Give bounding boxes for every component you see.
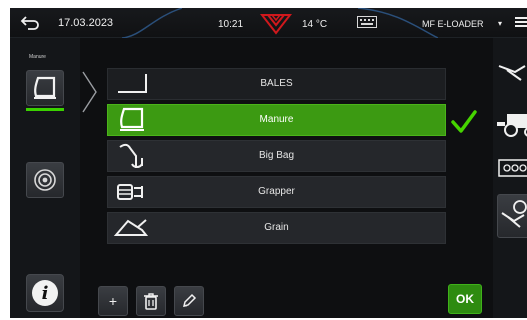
menu-icon[interactable] xyxy=(515,16,527,28)
loader-settings-button[interactable] xyxy=(497,194,527,238)
target-icon xyxy=(34,169,56,191)
info-icon: i xyxy=(32,280,58,306)
list-item[interactable]: BALES xyxy=(107,68,446,100)
loader-screen: 17.03.2023 10:21 14 °C MF E-LOADER ▾ Man… xyxy=(10,8,527,318)
mf-logo-icon xyxy=(260,14,292,35)
model-selector[interactable]: MF E-LOADER xyxy=(422,19,484,29)
trash-icon xyxy=(144,293,158,310)
list-item-label: Manure xyxy=(259,114,294,125)
status-time: 10:21 xyxy=(218,19,244,30)
chevron-right-icon xyxy=(82,71,97,113)
loader-settings-icon xyxy=(501,200,527,228)
list-item[interactable]: Grain xyxy=(107,212,446,244)
status-bar: 17.03.2023 10:21 14 °C MF E-LOADER ▾ xyxy=(10,8,527,38)
list-item[interactable]: Grapper xyxy=(107,176,446,208)
ok-button[interactable]: OK xyxy=(448,284,482,314)
list-item-label: Big Bag xyxy=(258,150,295,161)
loader-arm-icon[interactable] xyxy=(497,58,527,88)
list-item[interactable]: Big Bag xyxy=(107,140,446,172)
keypad-icon[interactable] xyxy=(497,154,527,184)
tool-select-button[interactable] xyxy=(26,70,64,106)
check-icon xyxy=(451,110,477,133)
status-date: 17.03.2023 xyxy=(58,17,114,29)
tractor-icon[interactable] xyxy=(497,108,527,138)
chevron-down-icon[interactable]: ▾ xyxy=(498,19,502,28)
back-icon[interactable] xyxy=(20,14,40,32)
status-swoosh-left xyxy=(122,8,182,38)
edit-button[interactable] xyxy=(174,286,204,316)
list-item[interactable]: Manure xyxy=(107,104,446,136)
active-tool-label: Manure xyxy=(29,54,46,60)
status-temperature: 14 °C xyxy=(302,19,328,30)
list-item-label: Grain xyxy=(264,222,289,233)
left-rail: Manure i xyxy=(10,38,80,318)
tool-list: BALES Manure Big Bag Grapper Grain xyxy=(107,68,446,248)
delete-button[interactable] xyxy=(136,286,166,316)
info-button[interactable]: i xyxy=(26,274,64,312)
pencil-icon xyxy=(182,293,197,308)
list-item-label: Grapper xyxy=(258,186,295,197)
active-indicator xyxy=(26,108,64,111)
sensor-button[interactable] xyxy=(26,162,64,198)
list-item-label: BALES xyxy=(260,78,293,89)
bucket-icon xyxy=(34,76,56,99)
right-rail xyxy=(493,38,527,318)
add-button[interactable]: + xyxy=(98,286,128,316)
